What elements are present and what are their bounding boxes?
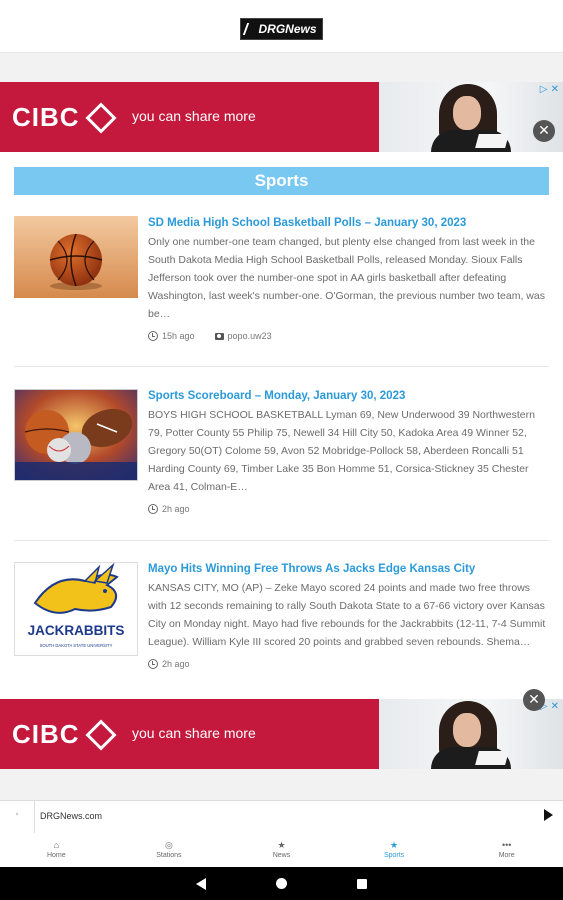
back-icon[interactable] — [196, 877, 206, 890]
audio-player[interactable]: ʼ DRGNews.com — [0, 800, 563, 834]
ad-tagline: you can share more — [132, 108, 256, 124]
jackrabbits-logo-icon: JACKRABBITS SOUTH DAKOTA STATE UNIVERSIT… — [28, 563, 125, 648]
camera-icon — [214, 332, 224, 340]
nav-label: More — [498, 852, 515, 859]
ad-close-button[interactable]: ✕ — [523, 689, 545, 711]
article-title[interactable]: Sports Scoreboard – Monday, January 30, … — [148, 389, 548, 404]
nav-news[interactable]: ★ News — [225, 833, 338, 867]
ad-brand-text: CIBC — [12, 102, 80, 132]
logo-mark-icon — [243, 23, 258, 35]
divider — [14, 540, 549, 541]
adchoices-icon[interactable]: ▷ ✕ — [540, 84, 559, 95]
article-body: Sports Scoreboard – Monday, January 30, … — [148, 389, 548, 514]
drgnews-logo[interactable]: DRGNews — [240, 18, 323, 40]
bottom-nav: ⌂ Home ◎ Stations ★ News ★ Sports ••• Mo… — [0, 833, 563, 867]
ad-brand-text: CIBC — [12, 719, 80, 749]
nav-sports[interactable]: ★ Sports — [338, 833, 451, 867]
banner-ad-bottom[interactable]: CIBC you can share more ▷ ✕ — [0, 699, 563, 769]
star-icon: ★ — [390, 840, 399, 850]
article-time: 15h ago — [162, 331, 195, 341]
article-thumbnail[interactable] — [14, 216, 138, 298]
ad-close-button[interactable]: ✕ — [533, 120, 555, 142]
clock-icon — [148, 504, 158, 514]
article-time: 2h ago — [162, 659, 190, 669]
article-item[interactable]: Sports Scoreboard – Monday, January 30, … — [14, 389, 549, 529]
stations-icon: ◎ — [164, 840, 173, 850]
recents-icon[interactable] — [357, 878, 367, 889]
system-nav-bar — [0, 867, 563, 900]
play-icon[interactable] — [544, 809, 553, 821]
article-body: SD Media High School Basketball Polls – … — [148, 216, 548, 341]
article-body: Mayo Hits Winning Free Throws As Jacks E… — [148, 562, 548, 669]
ad-photo: ▷ ✕ — [379, 82, 563, 152]
article-thumbnail[interactable] — [14, 389, 138, 481]
home-icon: ⌂ — [53, 840, 60, 850]
article-excerpt: Only one number-one team changed, but pl… — [148, 236, 545, 320]
article-excerpt: KANSAS CITY, MO (AP) – Zeke Mayo scored … — [148, 582, 546, 648]
nav-label: Home — [46, 852, 66, 859]
jackrabbits-wordmark: JACKRABBITS — [28, 623, 125, 638]
app-header: DRGNews — [0, 0, 563, 52]
nav-stations[interactable]: ◎ Stations — [113, 833, 226, 867]
sdsu-wordmark: SOUTH DAKOTA STATE UNIVERSITY — [40, 643, 113, 648]
article-title[interactable]: SD Media High School Basketball Polls – … — [148, 216, 548, 231]
section-title: Sports — [14, 167, 549, 195]
nav-label: Stations — [156, 852, 182, 859]
star-icon: ★ — [277, 840, 286, 850]
divider — [14, 366, 549, 367]
clock-icon — [148, 331, 158, 341]
home-circle-icon[interactable] — [276, 878, 287, 889]
nav-more[interactable]: ••• More — [450, 833, 563, 867]
sports-balls-icon — [15, 390, 137, 480]
ad-tagline: you can share more — [132, 725, 256, 741]
header-spacer — [0, 52, 563, 83]
article-title[interactable]: Mayo Hits Winning Free Throws As Jacks E… — [148, 562, 548, 577]
article-time: 2h ago — [162, 504, 190, 514]
photo-credit: popo.uw23 — [227, 331, 272, 341]
banner-ad-top[interactable]: CIBC you can share more ▷ ✕ ✕ — [0, 82, 563, 152]
article-excerpt: BOYS HIGH SCHOOL BASKETBALL Lyman 69, Ne… — [148, 409, 535, 493]
article-thumbnail[interactable]: JACKRABBITS SOUTH DAKOTA STATE UNIVERSIT… — [14, 562, 138, 656]
cibc-diamond-icon — [85, 718, 117, 751]
clock-icon — [148, 659, 158, 669]
nav-home[interactable]: ⌂ Home — [0, 833, 113, 867]
player-station-name: DRGNews.com — [40, 811, 103, 821]
ad-spacer — [0, 769, 563, 800]
ad-brand: CIBC — [12, 718, 117, 751]
article-meta: 15h ago popo.uw23 — [148, 331, 548, 341]
more-icon: ••• — [501, 840, 512, 850]
nav-label: Sports — [383, 852, 405, 859]
player-station-logo[interactable]: ʼ — [0, 801, 35, 833]
cibc-diamond-icon — [85, 101, 117, 134]
article-item[interactable]: SD Media High School Basketball Polls – … — [14, 216, 549, 356]
article-meta: 2h ago — [148, 659, 548, 669]
ad-brand: CIBC — [12, 101, 117, 134]
basketball-icon — [14, 216, 138, 298]
article-item[interactable]: JACKRABBITS SOUTH DAKOTA STATE UNIVERSIT… — [14, 562, 549, 692]
nav-label: News — [272, 852, 291, 859]
logo-text: DRGNews — [258, 22, 317, 36]
article-meta: 2h ago — [148, 504, 548, 514]
